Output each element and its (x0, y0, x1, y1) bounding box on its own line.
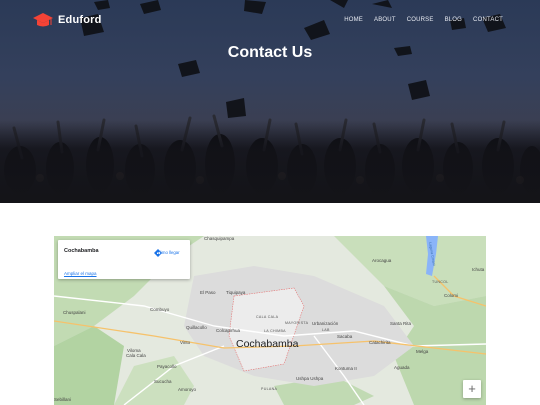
nav-home[interactable]: HOME (344, 17, 363, 23)
map-label: Amoroyo (178, 387, 197, 392)
map-label: Santa Rita (390, 321, 412, 326)
map-label: MAYORISTA (285, 321, 309, 325)
place-info-card: Cochabamba Cómo llegar Ampliar el mapa (58, 240, 190, 279)
map-label: LAB (322, 328, 330, 332)
enlarge-map-link[interactable]: Ampliar el mapa (64, 271, 97, 276)
brand-name: Eduford (58, 14, 102, 26)
zoom-in-button[interactable]: + (463, 380, 481, 398)
map-label: Vinto (180, 340, 191, 345)
map-label: Colomi (444, 293, 459, 298)
nav-blog[interactable]: BLOG (445, 17, 462, 23)
place-name: Cochabamba (64, 248, 99, 254)
map-label: Chasquipampa (204, 236, 235, 241)
map-label: Arocagua (372, 258, 392, 263)
hero-banner: Eduford HOME ABOUT COURSE BLOG CONTACT C… (0, 0, 540, 203)
map-label: Aguada (394, 365, 410, 370)
map-label: TUNCOL (432, 280, 449, 284)
map-label: LA CHIMBA (264, 329, 286, 333)
embedded-map[interactable]: Chasquipampa Arocagua Ichuta TUNCOL Colo… (54, 236, 486, 405)
map-label: Ichuta (472, 267, 485, 272)
graduation-cap-icon (33, 13, 53, 27)
main-nav: HOME ABOUT COURSE BLOG CONTACT (333, 17, 503, 23)
nav-course[interactable]: COURSE (407, 17, 434, 23)
map-city-label: Cochabamba (236, 338, 299, 350)
map-label: Sucucha (154, 379, 172, 384)
map-label: Ushpa Ushpa (296, 376, 324, 381)
nav-about[interactable]: ABOUT (374, 17, 396, 23)
nav-contact[interactable]: CONTACT (473, 17, 503, 23)
page-title: Contact Us (227, 44, 313, 61)
map-label: Catachirita (369, 340, 391, 345)
brand-logo[interactable]: Eduford (33, 10, 102, 30)
map-label: Kontuma II (335, 366, 357, 371)
map-label: El Paso (200, 290, 216, 295)
map-label: Quillacollo (186, 325, 207, 330)
directions-button[interactable]: Cómo llegar (153, 248, 183, 257)
map-label: Urbanización (312, 321, 339, 326)
map-label: Sacaba (337, 334, 353, 339)
map-label: Payacollo (157, 364, 177, 369)
map-label: CALA CALA (256, 315, 279, 319)
map-label: Colcapirhua (216, 328, 241, 333)
map-label: Melga (416, 349, 429, 354)
map-label: PULANA (261, 387, 278, 391)
map-label: Chuspalani (63, 310, 86, 315)
map-label: Combuyo (150, 307, 170, 312)
map-label: Cala Cala (126, 353, 146, 358)
crowd-overlay (0, 120, 540, 203)
map-label: Tiquipaya (226, 290, 246, 295)
directions-icon (154, 249, 162, 257)
map-label: Sebillani (54, 397, 72, 402)
